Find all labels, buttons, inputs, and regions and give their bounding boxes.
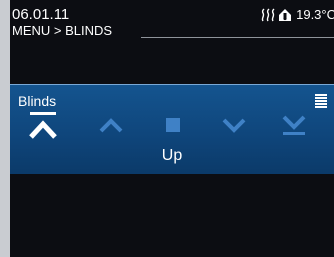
action-label: Up	[161, 147, 183, 164]
blinds-top-button[interactable]	[26, 107, 60, 143]
breadcrumb-divider	[141, 37, 334, 38]
chevron-up-icon	[99, 118, 123, 133]
display-screen: 06.01.11 MENU > BLINDS 19.3°C Blinds Up	[10, 0, 334, 257]
temperature-value: 19.3°C	[296, 7, 334, 22]
blinds-stop-button[interactable]	[156, 107, 190, 143]
blinds-bottom-icon	[282, 115, 306, 135]
stop-icon	[166, 118, 180, 132]
chevron-down-icon	[222, 118, 246, 133]
heating-icon	[260, 8, 276, 22]
house-thermometer-icon	[278, 8, 294, 22]
blinds-bottom-button[interactable]	[277, 107, 311, 143]
breadcrumb: MENU > BLINDS	[12, 23, 113, 38]
date-text: 06.01.11	[12, 6, 70, 23]
blinds-top-icon	[29, 112, 57, 139]
blinds-down-button[interactable]	[217, 107, 251, 143]
blinds-up-button[interactable]	[94, 107, 128, 143]
status-area: 19.3°C	[260, 7, 334, 23]
blinds-panel: Blinds Up	[10, 84, 334, 174]
menu-icon[interactable]	[315, 94, 327, 108]
